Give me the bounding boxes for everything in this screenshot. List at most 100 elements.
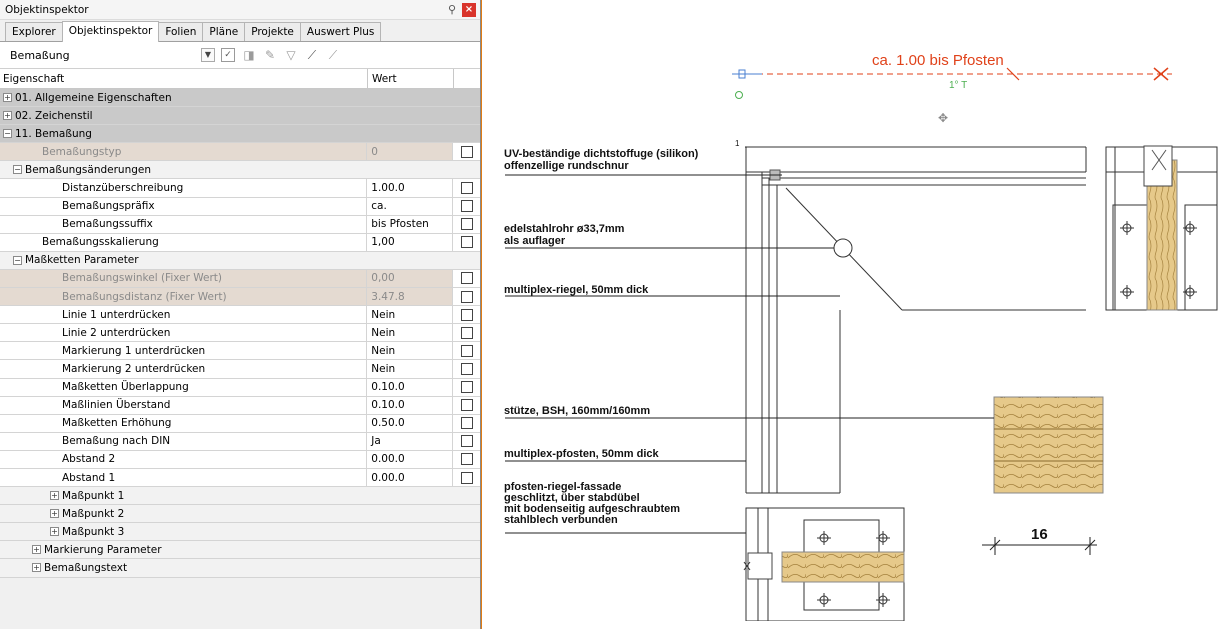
row-value[interactable]: bis Pfosten [367,215,454,233]
close-icon[interactable]: × [462,2,476,17]
chevron-down-icon[interactable]: ▼ [201,48,215,62]
row-checkbox[interactable] [460,435,473,448]
row-checkbox[interactable] [460,399,473,412]
bsh-column[interactable] [993,396,1104,494]
row-value[interactable]: 3.47.8 [367,288,454,306]
dimension-16-text[interactable]: 16 [1031,526,1048,543]
brush-icon[interactable]: ✎ [263,48,277,62]
tab-projekte[interactable]: Projekte [244,22,301,41]
row-checkbox[interactable] [460,218,473,231]
row-value[interactable]: Nein [367,306,454,324]
row-label: 02. Zeichenstil [15,109,93,122]
expand-icon[interactable]: + [50,509,59,519]
cad-drawing-svg[interactable]: 1° T ✥ [482,0,1219,621]
property-row[interactable]: Maßketten Überlappung 0.10.0 [0,378,480,397]
group-masspunkt-3[interactable]: + Maßpunkt 3 [0,523,480,542]
expand-icon[interactable]: + [32,545,41,555]
dimension-line[interactable]: 1° T ✥ [732,67,1172,125]
row-value[interactable]: Nein [367,342,454,360]
property-row[interactable]: Maßketten Erhöhung 0.50.0 [0,414,480,433]
property-row[interactable]: Abstand 1 0.00.0 [0,468,480,488]
expand-icon[interactable]: + [3,93,12,103]
row-checkbox[interactable] [460,326,473,339]
property-row[interactable]: Markierung 2 unterdrücken Nein [0,360,480,379]
tab-auswert-plus[interactable]: Auswert Plus [299,22,382,41]
row-label: Bemaßungspräfix [0,197,368,215]
property-row[interactable]: Bemaßung nach DIN Ja [0,432,480,451]
property-row[interactable]: Bemaßungspräfix ca. [0,197,480,216]
collapse-icon[interactable]: − [3,129,12,139]
expand-icon[interactable]: + [50,527,59,537]
row-value[interactable]: 0 [367,143,454,161]
post-detail-bottom[interactable] [743,507,905,621]
row-checkbox[interactable] [460,182,473,195]
row-checkbox[interactable] [460,381,473,394]
row-checkbox[interactable] [460,453,473,466]
post-detail-top[interactable] [1105,145,1218,311]
row-checkbox[interactable] [460,290,473,303]
property-row[interactable]: Distanzüberschreibung 1.00.0 [0,179,480,198]
property-row[interactable]: Linie 1 unterdrücken Nein [0,306,480,325]
row-value[interactable]: 0.10.0 [367,378,454,396]
pipette-disabled-icon[interactable]: ⟋ [326,48,340,62]
property-row[interactable]: Maßlinien Überstand 0.10.0 [0,396,480,415]
row-checkbox[interactable] [460,417,473,430]
filter-icon[interactable]: ▽ [284,48,298,62]
group-bemassungstext[interactable]: + Bemaßungstext [0,559,480,578]
collapse-icon[interactable]: − [13,255,22,265]
collapse-icon[interactable]: − [13,165,22,175]
checkbox-icon[interactable]: ✓ [221,48,235,62]
tab-explorer[interactable]: Explorer [5,22,63,41]
property-row[interactable]: Linie 2 unterdrücken Nein [0,324,480,343]
group-allgemeine-eigenschaften[interactable]: +01. Allgemeine Eigenschaften [0,89,480,108]
object-type-select[interactable]: Bemaßung ▼ [8,45,215,65]
pin-icon[interactable]: ⚲ [448,3,456,16]
group-massketten-parameter[interactable]: − Maßketten Parameter [0,251,480,270]
property-row[interactable]: Bemaßungstyp 0 [0,143,480,162]
group-bemassungsaenderungen[interactable]: − Bemaßungsänderungen [0,161,480,180]
row-value[interactable]: ca. [367,197,454,215]
property-row[interactable]: Markierung 1 unterdrücken Nein [0,342,480,361]
row-checkbox[interactable] [460,362,473,375]
property-row[interactable]: Bemaßungswinkel (Fixer Wert) 0,00 [0,269,480,289]
row-value[interactable]: Nein [367,324,454,342]
pipette-icon[interactable]: ⟋ [305,48,319,62]
group-zeichenstil[interactable]: +02. Zeichenstil [0,107,480,126]
group-bemassung[interactable]: −11. Bemaßung [0,125,480,144]
row-value[interactable]: 0,00 [367,269,454,288]
property-row[interactable]: Abstand 2 0.00.0 [0,450,480,469]
dimension-text[interactable]: ca. 1.00 bis Pfosten [872,52,1004,69]
expand-icon[interactable]: + [3,111,12,121]
group-masspunkt-2[interactable]: + Maßpunkt 2 [0,505,480,524]
row-value[interactable]: 1.00.0 [367,179,454,197]
tab-plaene[interactable]: Pläne [202,22,246,41]
row-value[interactable]: 0.00.0 [367,450,454,468]
row-checkbox[interactable] [460,145,473,158]
row-checkbox[interactable] [460,236,473,249]
column-value[interactable]: Wert [368,69,454,88]
expand-icon[interactable]: + [50,491,59,501]
row-checkbox[interactable] [460,344,473,357]
group-masspunkt-1[interactable]: + Maßpunkt 1 [0,487,480,506]
row-value[interactable]: 1,00 [367,233,454,251]
row-checkbox[interactable] [460,471,473,484]
expand-icon[interactable]: + [32,563,41,573]
property-row[interactable]: Bemaßungssuffix bis Pfosten [0,215,480,234]
row-value[interactable]: 0.00.0 [367,468,454,487]
column-property[interactable]: Eigenschaft [0,69,368,88]
group-markierung-parameter[interactable]: + Markierung Parameter [0,541,480,560]
label-rundschnur: offenzellige rundschnur [504,160,629,172]
row-value[interactable]: Nein [367,360,454,378]
property-row[interactable]: Bemaßungsdistanz (Fixer Wert) 3.47.8 [0,288,480,307]
property-row[interactable]: Bemaßungsskalierung 1,00 [0,233,480,252]
row-checkbox[interactable] [460,272,473,285]
tab-objektinspektor[interactable]: Objektinspektor [61,21,160,42]
row-value[interactable]: Ja [367,432,454,450]
cad-drawing-canvas[interactable]: 1° T ✥ ca. 1.00 bis Pfosten 1 UV-beständ… [482,0,1227,629]
apply-icon[interactable]: ◨ [242,48,256,62]
row-checkbox[interactable] [460,200,473,213]
row-checkbox[interactable] [460,308,473,321]
row-value[interactable]: 0.10.0 [367,396,454,414]
tab-folien[interactable]: Folien [158,22,204,41]
row-value[interactable]: 0.50.0 [367,414,454,432]
